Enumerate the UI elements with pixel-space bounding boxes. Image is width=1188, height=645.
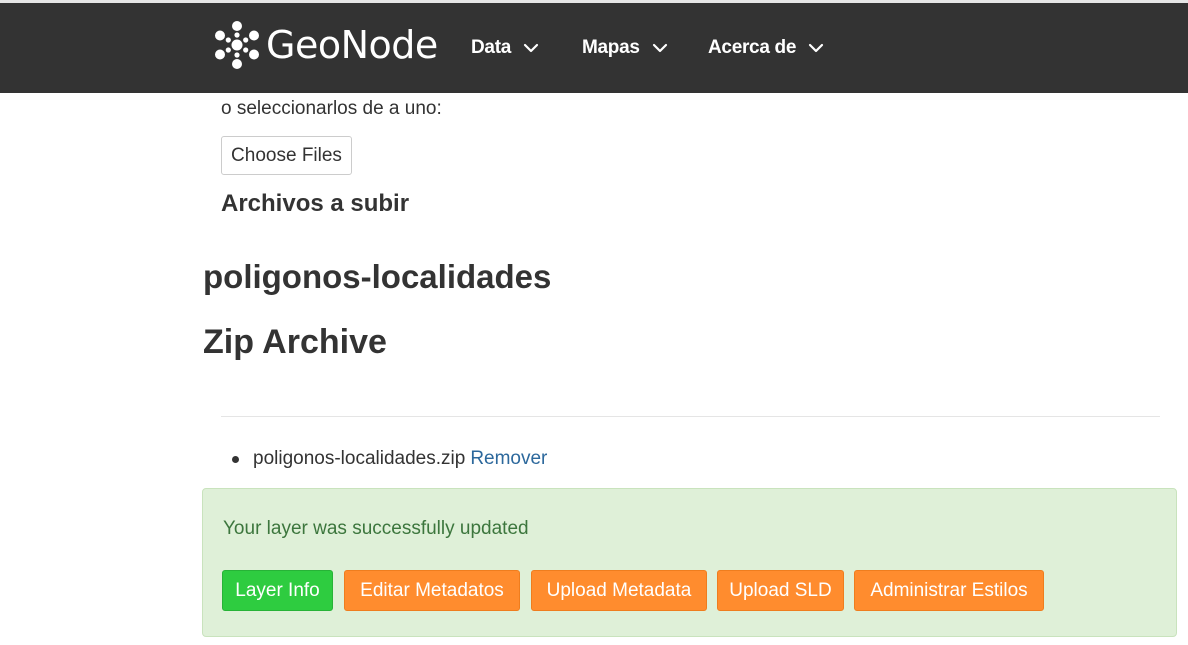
layer-info-button[interactable]: Layer Info [222, 570, 333, 611]
alert-message: Your layer was successfully updated [223, 518, 529, 539]
nav-item-acerca-de[interactable]: Acerca de [708, 33, 824, 63]
success-alert: Your layer was successfully updated Laye… [202, 488, 1177, 637]
upload-metadata-button[interactable]: Upload Metadata [531, 570, 707, 611]
files-to-upload-heading: Archivos a subir [221, 190, 410, 217]
nav-item-label: Mapas [582, 37, 640, 58]
layer-type-heading: Zip Archive [203, 323, 387, 361]
file-name: poligonos-localidades.zip [253, 448, 466, 469]
chevron-down-icon [523, 43, 539, 53]
layer-name-heading: poligonos-localidades [203, 258, 552, 295]
nav-item-data[interactable]: Data [471, 33, 539, 63]
edit-metadata-button[interactable]: Editar Metadatos [344, 570, 520, 611]
chevron-down-icon [809, 43, 824, 53]
nav-item-label: Data [471, 37, 511, 58]
geonode-flower-icon [215, 21, 259, 69]
upload-sld-button[interactable]: Upload SLD [717, 570, 844, 611]
divider [221, 416, 1160, 417]
choose-files-button[interactable]: Choose Files [221, 136, 352, 175]
select-files-hint: o seleccionarlos de a uno: [221, 98, 442, 119]
brand-name: GeoNode [266, 23, 438, 67]
chevron-down-icon [652, 43, 667, 53]
manage-styles-button[interactable]: Administrar Estilos [854, 570, 1044, 611]
nav-item-label: Acerca de [708, 37, 797, 58]
file-list: poligonos-localidades.zip Remover [221, 448, 547, 470]
navbar: GeoNode Data Mapas Acerca de [0, 3, 1188, 93]
list-item: poligonos-localidades.zip Remover [221, 448, 547, 470]
nav-item-mapas[interactable]: Mapas [582, 33, 668, 63]
remove-file-link[interactable]: Remover [470, 448, 547, 470]
brand-logo[interactable]: GeoNode [212, 17, 438, 73]
bullet-icon [232, 455, 239, 463]
